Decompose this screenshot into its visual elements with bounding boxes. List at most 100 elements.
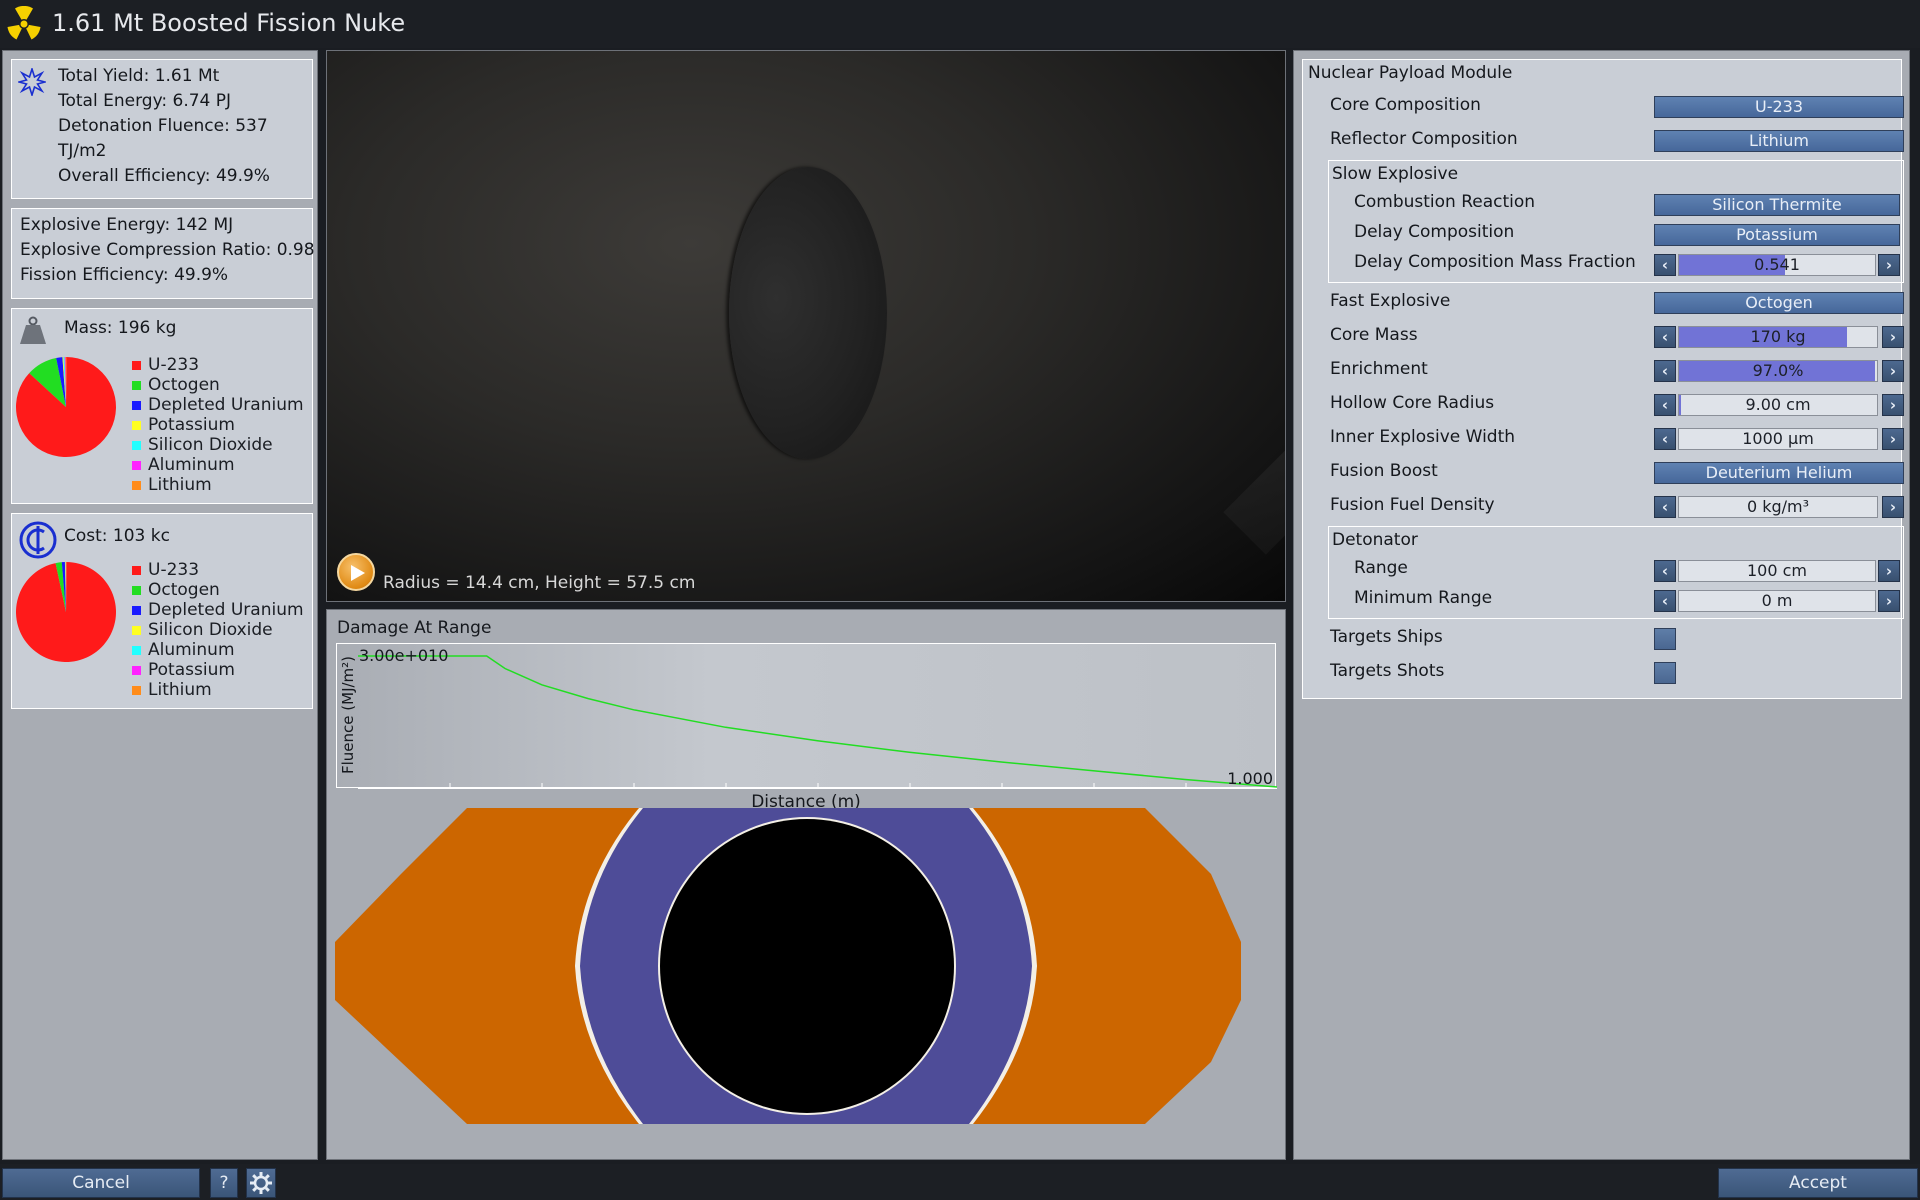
core-mass-increment[interactable]: › <box>1882 326 1904 348</box>
model-viewport[interactable]: Radius = 14.4 cm, Height = 57.5 cm <box>326 50 1286 602</box>
enrichment-increment[interactable]: › <box>1882 360 1904 382</box>
targets-ships-label: Targets Ships <box>1330 627 1443 647</box>
legend-item: Lithium <box>132 475 304 495</box>
slider-value: 0 m <box>1761 591 1793 610</box>
inner-explosive-width-decrement[interactable]: ‹ <box>1654 428 1676 450</box>
targets-shots-checkbox[interactable] <box>1654 662 1676 684</box>
background-shape <box>1223 427 1285 555</box>
mass-pie-chart <box>15 357 116 457</box>
core-mass-slider[interactable]: 170 kg <box>1678 326 1878 348</box>
slider-value: 97.0% <box>1752 361 1804 380</box>
fusion-fuel-density-decrement[interactable]: ‹ <box>1654 496 1676 518</box>
play-icon <box>351 565 365 581</box>
module-title: Nuclear Payload Module <box>1308 63 1513 83</box>
delay-mass-fraction-increment[interactable]: › <box>1878 254 1900 276</box>
combustion-reaction-label: Combustion Reaction <box>1354 192 1536 212</box>
delay-mass-fraction-decrement[interactable]: ‹ <box>1654 254 1676 276</box>
fast-explosive-select[interactable]: Octogen <box>1654 292 1904 314</box>
core-mass-label: Core Mass <box>1330 325 1418 345</box>
fusion-fuel-density-increment[interactable]: › <box>1882 496 1904 518</box>
legend-label: Potassium <box>148 660 235 680</box>
explosive-stats-box: Explosive Energy: 142 MJ Explosive Compr… <box>11 208 315 299</box>
total-yield: Total Yield: 1.61 Mt <box>58 66 220 86</box>
legend-label: Aluminum <box>148 640 235 660</box>
legend-item: Depleted Uranium <box>132 600 304 620</box>
minimum-range-decrement[interactable]: ‹ <box>1654 590 1676 612</box>
legend-label: Lithium <box>148 680 212 700</box>
delay-composition-select[interactable]: Potassium <box>1654 224 1900 246</box>
detonation-fluence-unit: TJ/m2 <box>58 141 107 161</box>
mass-legend: U-233 Octogen Depleted Uranium Potassium Sil… <box>132 355 304 495</box>
legend-item: U-233 <box>132 560 304 580</box>
overall-efficiency: Overall Efficiency: 49.9% <box>58 166 270 186</box>
minimum-range-increment[interactable]: › <box>1878 590 1900 612</box>
delay-mass-fraction-slider[interactable]: 0.541 <box>1678 254 1876 276</box>
legend-label: Lithium <box>148 475 212 495</box>
slider-value: 1000 μm <box>1742 429 1814 448</box>
hollow-core-radius-decrement[interactable]: ‹ <box>1654 394 1676 416</box>
slider-value: 100 cm <box>1746 561 1807 580</box>
legend-item: Silicon Dioxide <box>132 620 304 640</box>
slider-value: 0 kg/m³ <box>1746 497 1810 516</box>
cost-legend: U-233 Octogen Depleted Uranium Silicon Diox… <box>132 560 304 700</box>
yield-summary-box: Total Yield: 1.61 Mt Total Energy: 6.74 … <box>11 59 313 199</box>
range-decrement[interactable]: ‹ <box>1654 560 1676 582</box>
fusion-fuel-density-slider[interactable]: 0 kg/m³ <box>1678 496 1878 518</box>
legend-swatch <box>132 566 141 575</box>
cost-label: Cost: 103 kc <box>64 526 170 546</box>
fission-efficiency: Fission Efficiency: 49.9% <box>20 265 229 285</box>
fusion-boost-select[interactable]: Deuterium Helium <box>1654 462 1904 484</box>
hollow-core-radius-slider[interactable]: 9.00 cm <box>1678 394 1878 416</box>
help-button[interactable]: ? <box>210 1168 238 1198</box>
core-mass-decrement[interactable]: ‹ <box>1654 326 1676 348</box>
damage-chart-svg: 3.00e+010 1.000 Fluence (MJ/m²) <box>339 646 1277 789</box>
legend-label: Potassium <box>148 415 235 435</box>
legend-label: Silicon Dioxide <box>148 620 273 640</box>
range-slider[interactable]: 100 cm <box>1678 560 1876 582</box>
legend-swatch <box>132 586 141 595</box>
legend-swatch <box>132 461 141 470</box>
targets-ships-checkbox[interactable] <box>1654 628 1676 650</box>
legend-swatch <box>132 606 141 615</box>
module-config-panel: Nuclear Payload Module Core Composition … <box>1293 50 1910 1160</box>
inner-explosive-width-slider[interactable]: 1000 μm <box>1678 428 1878 450</box>
legend-item: Aluminum <box>132 640 304 660</box>
range-increment[interactable]: › <box>1878 560 1900 582</box>
fluence-curve <box>358 655 1277 788</box>
y-min-label: 1.000 <box>1227 769 1273 788</box>
legend-label: Silicon Dioxide <box>148 435 273 455</box>
cost-pie-chart <box>16 562 117 662</box>
enrichment-decrement[interactable]: ‹ <box>1654 360 1676 382</box>
damage-chart: 3.00e+010 1.000 Fluence (MJ/m²) <box>336 643 1277 789</box>
enrichment-label: Enrichment <box>1330 359 1428 379</box>
cost-breakdown-box: Cost: 103 kc U-233 Octogen Depleted Uraniu… <box>11 513 313 709</box>
legend-swatch <box>132 626 141 635</box>
minimum-range-label: Minimum Range <box>1354 588 1493 608</box>
bottom-bar <box>0 1164 1920 1200</box>
hollow-core-radius-increment[interactable]: › <box>1882 394 1904 416</box>
fusion-boost-label: Fusion Boost <box>1330 461 1438 481</box>
slider-value: 170 kg <box>1750 327 1806 346</box>
hollow-core-radius-label: Hollow Core Radius <box>1330 393 1495 413</box>
total-energy: Total Energy: 6.74 PJ <box>58 91 232 111</box>
fast-explosive-label: Fast Explosive <box>1330 291 1451 311</box>
legend-swatch <box>132 401 141 410</box>
settings-button[interactable] <box>246 1168 276 1198</box>
legend-item: Silicon Dioxide <box>132 435 304 455</box>
cancel-button[interactable]: Cancel <box>2 1168 200 1198</box>
accept-button[interactable]: Accept <box>1718 1168 1918 1198</box>
minimum-range-slider[interactable]: 0 m <box>1678 590 1876 612</box>
core-composition-select[interactable]: U-233 <box>1654 96 1904 118</box>
weight-icon <box>20 316 46 344</box>
reflector-composition-select[interactable]: Lithium <box>1654 130 1904 152</box>
combustion-reaction-select[interactable]: Silicon Thermite <box>1654 194 1900 216</box>
legend-swatch <box>132 441 141 450</box>
slider-value: 9.00 cm <box>1745 395 1811 414</box>
inner-explosive-width-increment[interactable]: › <box>1882 428 1904 450</box>
legend-label: U-233 <box>148 560 200 580</box>
legend-item: Potassium <box>132 660 304 680</box>
fusion-fuel-density-label: Fusion Fuel Density <box>1330 495 1495 515</box>
enrichment-slider[interactable]: 97.0% <box>1678 360 1878 382</box>
dimensions-caption: Radius = 14.4 cm, Height = 57.5 cm <box>383 573 696 593</box>
legend-swatch <box>132 646 141 655</box>
